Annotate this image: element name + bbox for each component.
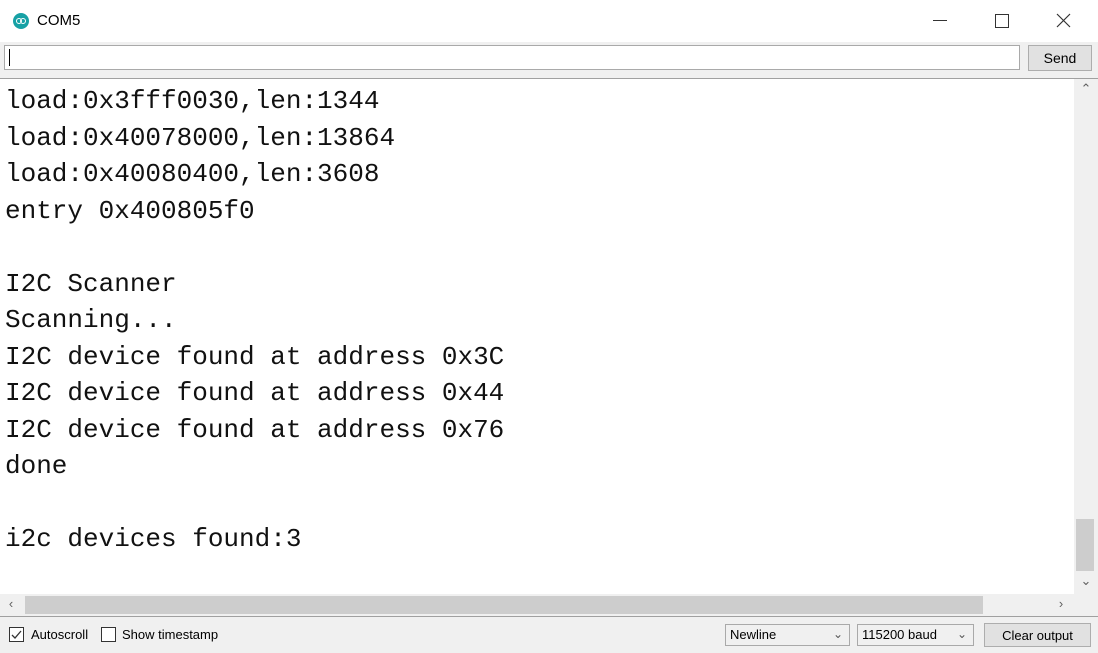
scroll-right-icon[interactable]: › [1050,596,1072,611]
autoscroll-label: Autoscroll [31,627,89,642]
close-icon [1056,13,1071,28]
chevron-down-icon: ⌄ [832,627,843,641]
chevron-down-icon: ⌄ [956,627,967,641]
status-bar: Autoscroll Show timestamp Newline ⌄ 1152… [0,616,1098,653]
output-line: load:0x40080400,len:3608 [5,159,380,189]
output-line: I2C device found at address 0x3C [5,341,505,372]
window-title: COM5 [37,12,81,29]
line-ending-value: Newline [730,627,777,642]
baud-rate-select[interactable]: 115200 baud ⌄ [857,624,974,646]
output-line: load:0x3fff0030,len:1344 [5,86,380,116]
scroll-corner [1074,594,1098,616]
output-line: load:0x40078000,len:13864 [5,122,396,153]
close-button[interactable] [1040,0,1086,42]
serial-input[interactable] [4,45,1020,70]
maximize-button[interactable] [978,0,1024,42]
output-line: i2c devices found:3 [5,524,302,554]
baud-rate-value: 115200 baud [862,627,937,642]
line-ending-select[interactable]: Newline ⌄ [725,624,850,646]
output-line: done [5,451,68,481]
clear-output-button[interactable]: Clear output [984,623,1091,647]
output-line: Scanning... [5,305,177,335]
scroll-up-icon[interactable]: ⌃ [1074,81,1098,97]
autoscroll-checkbox[interactable] [9,627,24,642]
send-button[interactable]: Send [1028,45,1092,71]
vertical-scrollbar[interactable]: ⌃ ⌄ [1074,79,1098,594]
horizontal-scrollbar[interactable]: ‹ › [0,594,1074,616]
output-line: I2C device found at address 0x76 [5,414,505,445]
output-line: I2C device found at address 0x44 [5,378,505,408]
arduino-icon [13,13,29,29]
serial-output: load:0x3fff0030,len:1344 load:0x40078000,… [0,79,1074,594]
show-timestamp-label: Show timestamp [122,627,219,642]
output-line: I2C Scanner [5,268,177,299]
minimize-button[interactable] [916,0,962,42]
output-line: entry 0x400805f0 [5,195,255,226]
scroll-down-icon[interactable]: ⌄ [1074,573,1098,589]
send-toolbar: Send [0,42,1098,79]
scroll-left-icon[interactable]: ‹ [0,596,22,611]
title-bar: COM5 [0,0,1098,42]
horizontal-scroll-thumb[interactable] [25,596,983,614]
show-timestamp-checkbox[interactable] [101,627,116,642]
text-caret [9,49,10,66]
vertical-scroll-thumb[interactable] [1076,519,1094,571]
checkmark-icon [11,630,22,639]
